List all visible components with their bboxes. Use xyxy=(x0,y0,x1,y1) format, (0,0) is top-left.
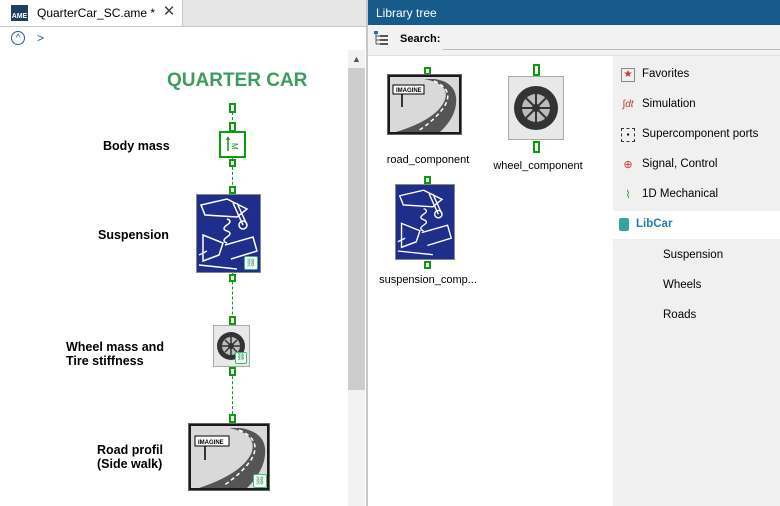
ame-file-icon: AME xyxy=(11,5,28,21)
signal-icon: ⊕ xyxy=(623,159,633,171)
tab-quartercar[interactable]: AME QuarterCar_SC.ame * ✕ xyxy=(0,0,183,26)
search-input[interactable] xyxy=(443,29,780,50)
scroll-up-icon[interactable]: ▲ xyxy=(348,54,365,66)
search-bar: Search: xyxy=(368,25,780,56)
port[interactable] xyxy=(229,159,236,167)
library-icon xyxy=(619,218,629,231)
library-header: Library tree xyxy=(368,0,780,25)
sketch-editor: AME QuarterCar_SC.ame * ✕ ^ > QUARTER CA… xyxy=(0,0,366,506)
library-item-label: wheel_component xyxy=(493,160,583,172)
category-simulation[interactable]: ∫dt Simulation xyxy=(613,91,780,119)
library-panel: Library tree Search: IMAGINE road_compon… xyxy=(368,0,780,506)
integral-icon: ∫dt xyxy=(622,99,634,110)
library-item-suspension[interactable]: suspension_comp... xyxy=(368,174,488,288)
navigate-up-icon[interactable]: ^ xyxy=(11,31,25,45)
suspension-icon xyxy=(397,189,453,256)
port xyxy=(424,176,431,184)
category-signal-control[interactable]: ⊕ Signal, Control xyxy=(613,151,780,179)
road-thumbnail: IMAGINE xyxy=(387,74,462,135)
category-supercomponent-ports[interactable]: ▪ Supercomponent ports xyxy=(613,121,780,149)
mass-icon: M xyxy=(226,136,239,151)
diagram-title: QUARTER CAR xyxy=(167,70,308,91)
link-badge-icon: ⛓ xyxy=(235,352,247,364)
svg-text:IMAGINE: IMAGINE xyxy=(396,88,422,94)
body-mass-block[interactable]: M xyxy=(219,131,246,158)
subcategory-roads[interactable]: Roads xyxy=(663,309,696,321)
library-item-wheel[interactable]: wheel_component xyxy=(478,62,598,178)
wheel-thumbnail xyxy=(508,76,564,140)
close-icon[interactable]: ✕ xyxy=(161,3,177,21)
category-favorites[interactable]: ★ Favorites xyxy=(613,61,780,89)
subcategory-suspension[interactable]: Suspension xyxy=(663,249,723,261)
link-badge-icon: ⛓ xyxy=(253,474,267,488)
breadcrumb-chevron[interactable]: > xyxy=(37,31,44,45)
port xyxy=(424,261,431,269)
port[interactable] xyxy=(229,316,236,325)
tab-bar: AME QuarterCar_SC.ame * ✕ xyxy=(0,0,366,27)
wheel-icon xyxy=(514,86,558,130)
scrollbar-thumb[interactable] xyxy=(348,68,365,390)
svg-text:IMAGINE: IMAGINE xyxy=(198,440,224,446)
road-label: Road profil (Side walk) xyxy=(97,443,163,471)
suspension-block[interactable]: ⛓ xyxy=(196,194,261,273)
vertical-scrollbar[interactable]: ▲ xyxy=(348,50,365,506)
wheel-block[interactable]: ⛓ xyxy=(213,325,250,367)
port xyxy=(533,141,540,153)
component-grid: IMAGINE road_component wheel_component s… xyxy=(368,56,613,506)
category-tree: ★ Favorites ∫dt Simulation ▪ Supercompon… xyxy=(613,56,780,506)
search-label: Search: xyxy=(400,33,441,45)
library-item-label: road_component xyxy=(386,154,470,166)
library-item-road[interactable]: IMAGINE road_component xyxy=(368,64,488,174)
body-mass-label: Body mass xyxy=(103,139,170,153)
wheel-label: Wheel mass and Tire stiffness xyxy=(66,340,164,368)
spring-icon: ⌇ xyxy=(625,189,631,201)
subcategory-wheels[interactable]: Wheels xyxy=(663,279,701,291)
ports-icon: ▪ xyxy=(621,128,635,142)
suspension-thumbnail xyxy=(395,184,455,260)
svg-text:M: M xyxy=(230,143,239,150)
port[interactable] xyxy=(229,274,236,282)
star-icon: ★ xyxy=(621,68,635,82)
suspension-label: Suspension xyxy=(98,228,169,242)
tree-view-icon[interactable] xyxy=(373,30,389,46)
port[interactable] xyxy=(229,414,236,423)
category-1d-mechanical[interactable]: ⌇ 1D Mechanical xyxy=(613,181,780,209)
category-libcar[interactable]: LibCar xyxy=(613,211,780,239)
port[interactable] xyxy=(229,367,236,376)
sketch-canvas[interactable]: QUARTER CAR Body mass M Suspension ⛓ Whe… xyxy=(0,50,348,506)
port xyxy=(533,64,540,76)
link-badge-icon: ⛓ xyxy=(244,256,258,270)
road-block[interactable]: IMAGINE ⛓ xyxy=(188,423,270,491)
road-icon: IMAGINE xyxy=(390,77,459,132)
port[interactable] xyxy=(229,186,236,194)
tab-title: QuarterCar_SC.ame * xyxy=(37,6,156,20)
port[interactable] xyxy=(229,103,236,113)
library-title: Library tree xyxy=(376,6,437,20)
library-item-label: suspension_comp... xyxy=(379,274,477,286)
